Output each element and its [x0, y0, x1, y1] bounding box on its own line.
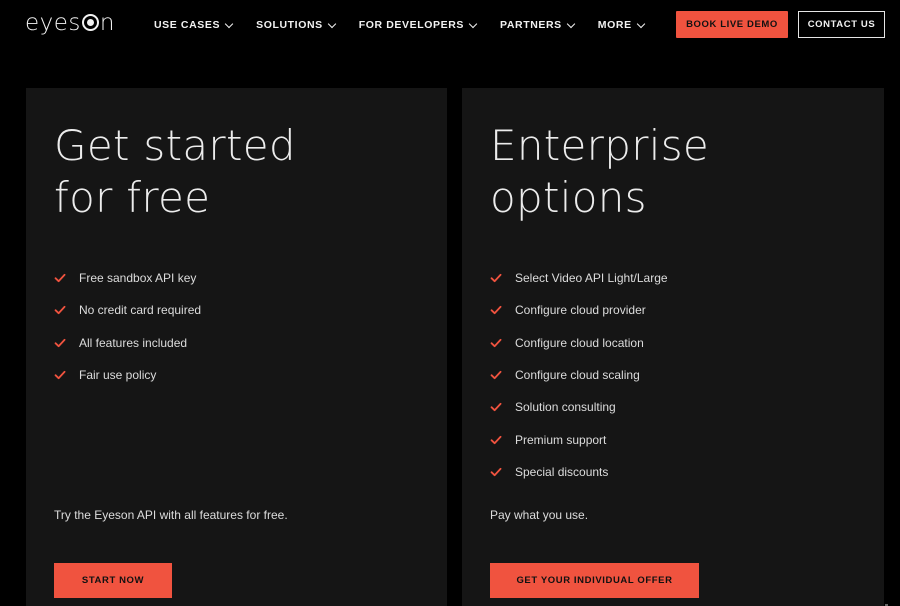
logo-text-end: n	[99, 10, 115, 36]
get-individual-offer-button[interactable]: GET YOUR INDIVIDUAL OFFER	[490, 563, 699, 598]
check-icon	[54, 370, 66, 380]
list-item: Configure cloud location	[490, 327, 668, 359]
check-icon	[490, 370, 502, 380]
menu-item-label: SOLUTIONS	[256, 19, 323, 31]
menu-item-solutions[interactable]: SOLUTIONS	[256, 17, 336, 33]
feature-label: Configure cloud scaling	[515, 368, 640, 383]
chevron-down-icon	[468, 19, 478, 28]
feature-label: All features included	[79, 335, 188, 350]
feature-label: Special discounts	[515, 464, 609, 479]
contact-us-button[interactable]: CONTACT US	[798, 11, 885, 38]
menu-item-use-cases[interactable]: USE CASES	[154, 17, 234, 33]
check-icon	[490, 338, 502, 347]
check-icon	[490, 274, 502, 283]
feature-label: Configure cloud location	[515, 335, 644, 350]
chevron-down-icon	[636, 19, 645, 28]
menu-item-label: USE CASES	[154, 19, 221, 31]
list-item: Configure cloud provider	[490, 294, 668, 326]
menu-item-label: PARTNERS	[500, 19, 562, 31]
top-navigation: eyes n USE CASES SOLUTIONS FOR DEVELOPERS…	[0, 0, 900, 50]
main-menu: USE CASES SOLUTIONS FOR DEVELOPERS PARTN…	[154, 17, 668, 33]
list-item: Solution consulting	[490, 391, 668, 423]
chevron-down-icon	[327, 19, 336, 28]
free-plan-card: Get started for free Free sandbox API ke…	[26, 88, 447, 606]
list-item: Fair use policy	[54, 359, 201, 391]
check-icon	[490, 467, 502, 477]
chevron-down-icon	[224, 19, 234, 28]
feature-label: Select Video API Light/Large	[515, 271, 668, 286]
enterprise-plan-title-line2: options	[490, 173, 647, 222]
check-icon	[54, 274, 66, 283]
menu-item-more[interactable]: MORE	[597, 17, 645, 33]
enterprise-plan-card: Enterprise options Select Video API Ligh…	[462, 88, 884, 606]
free-plan-title-line2: for free	[54, 173, 211, 222]
check-icon	[54, 306, 66, 315]
enterprise-plan-feature-list: Select Video API Light/Large Configure c…	[490, 262, 668, 488]
start-now-button[interactable]: START NOW	[54, 563, 172, 598]
free-plan-title-line1: Get started	[54, 121, 296, 170]
menu-item-for-developers[interactable]: FOR DEVELOPERS	[358, 17, 478, 33]
check-icon	[490, 306, 502, 315]
feature-label: Fair use policy	[79, 368, 157, 383]
feature-label: Configure cloud provider	[515, 303, 646, 318]
free-plan-title: Get started for free	[54, 120, 296, 224]
page: eyes n USE CASES SOLUTIONS FOR DEVELOPERS…	[0, 0, 900, 606]
check-icon	[54, 338, 66, 347]
eyeson-logo[interactable]: eyes n	[25, 9, 115, 37]
list-item: Select Video API Light/Large	[490, 262, 668, 294]
check-icon	[490, 403, 502, 412]
feature-label: Premium support	[515, 432, 607, 447]
list-item: All features included	[54, 327, 201, 359]
free-plan-description: Try the Eyeson API with all features for…	[54, 508, 288, 522]
menu-item-partners[interactable]: PARTNERS	[500, 17, 576, 33]
list-item: No credit card required	[54, 294, 201, 326]
list-item: Configure cloud scaling	[490, 359, 668, 391]
feature-label: Free sandbox API key	[79, 271, 197, 286]
logo-o-icon	[81, 14, 99, 31]
list-item: Premium support	[490, 423, 668, 455]
feature-label: No credit card required	[79, 303, 202, 318]
book-live-demo-button[interactable]: BOOK LIVE DEMO	[676, 11, 788, 38]
list-item: Free sandbox API key	[54, 262, 201, 294]
enterprise-plan-description: Pay what you use.	[490, 508, 589, 522]
menu-item-label: FOR DEVELOPERS	[358, 19, 464, 31]
logo-text-start: eyes	[25, 10, 81, 36]
list-item: Special discounts	[490, 456, 668, 488]
chevron-down-icon	[566, 19, 576, 28]
feature-label: Solution consulting	[515, 400, 616, 415]
free-plan-feature-list: Free sandbox API key No credit card requ…	[54, 262, 201, 391]
check-icon	[490, 435, 502, 444]
enterprise-plan-title-line1: Enterprise	[490, 121, 710, 170]
menu-item-label: MORE	[597, 19, 632, 31]
enterprise-plan-title: Enterprise options	[490, 120, 709, 224]
